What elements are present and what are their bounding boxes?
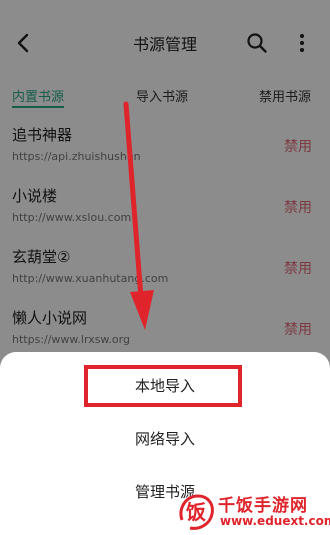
watermark-url: www.eduext.com xyxy=(220,514,330,528)
watermark-logo-icon: 饭 xyxy=(179,494,214,530)
network-import-option[interactable]: 网络导入 xyxy=(0,428,330,449)
svg-text:饭: 饭 xyxy=(186,500,206,524)
watermark-name: 千饭手游网 xyxy=(218,496,308,516)
local-import-option[interactable]: 本地导入 xyxy=(0,375,330,396)
site-watermark: 饭 千饭手游网 www.eduext.com xyxy=(176,490,330,532)
